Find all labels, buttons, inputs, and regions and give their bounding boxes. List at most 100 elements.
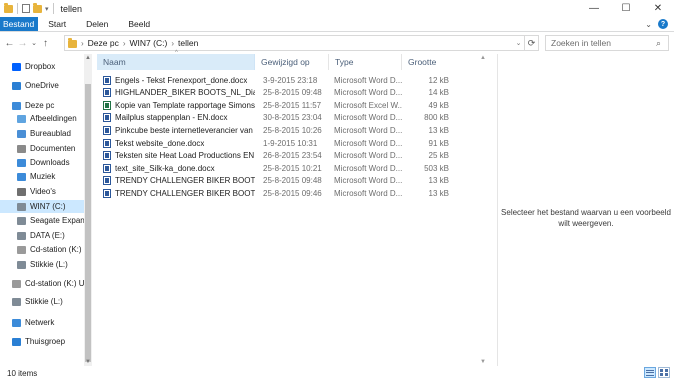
ribbon-tabs: Bestand Start Delen Beeld ⌄ ?: [0, 17, 674, 32]
navigation-pane: Dropbox OneDrive Deze pc Afbeeldingen Bureau…: [0, 54, 92, 366]
tab-start[interactable]: Start: [38, 17, 76, 31]
recent-locations-button[interactable]: ⌄: [29, 35, 39, 51]
breadcrumb-separator[interactable]: ›: [81, 39, 84, 48]
file-list: ^ Naam Gewijzigd op Type Grootte Engels …: [97, 50, 495, 366]
file-row[interactable]: Tekst website_done.docx 1-9-2015 10:31 Mic…: [97, 137, 450, 149]
column-header-name[interactable]: ^ Naam: [97, 50, 255, 70]
nav-item[interactable]: Muziek: [0, 170, 84, 183]
file-name-cell: Pinkcube beste internetleverancier van 2…: [97, 125, 255, 135]
breadcrumb-deze-pc[interactable]: Deze pc: [88, 38, 119, 48]
file-size-cell: 12 kB: [428, 75, 449, 85]
minimize-button[interactable]: —: [578, 0, 610, 17]
nav-item[interactable]: Downloads: [0, 156, 84, 169]
scroll-down-icon[interactable]: ▼: [479, 358, 487, 366]
nav-item-label: OneDrive: [25, 81, 59, 90]
nav-item-label: Afbeeldingen: [30, 114, 77, 123]
scroll-up-icon[interactable]: ▲: [479, 54, 487, 62]
file-row[interactable]: text_site_Silk-ka_done.docx 25-8-2015 10:…: [97, 162, 450, 174]
file-date-cell: 25-8-2015 11:57: [263, 100, 322, 110]
large-icons-view-button[interactable]: [658, 367, 670, 378]
nav-item[interactable]: Thuisgroep: [0, 335, 84, 348]
file-row[interactable]: HIGHLANDER_BIKER BOOTS_NL_Diana_p... 25-8…: [97, 87, 450, 99]
file-type-cell: Microsoft Word D...: [334, 75, 402, 85]
nav-item[interactable]: Bureaublad: [0, 127, 84, 140]
file-name-cell: Tekst website_done.docx: [97, 138, 255, 148]
nav-item[interactable]: Cd-station (K:) U: [0, 243, 84, 256]
scrollbar-thumb[interactable]: [85, 84, 91, 362]
file-row[interactable]: TRENDY CHALLENGER BIKER BOOTS_Dia... 25-8…: [97, 175, 450, 187]
nav-item-label: DATA (E:): [30, 231, 65, 240]
properties-icon[interactable]: [22, 4, 30, 13]
nav-item[interactable]: Dropbox: [0, 60, 84, 73]
nav-item[interactable]: WIN7 (C:): [0, 200, 84, 213]
status-bar: 10 items: [0, 366, 674, 380]
breadcrumb-tellen[interactable]: tellen: [178, 38, 198, 48]
up-button[interactable]: ↑: [39, 35, 52, 51]
breadcrumb-separator[interactable]: ›: [171, 39, 174, 48]
nav-item-label: Documenten: [30, 144, 76, 153]
file-name: Pinkcube beste internetleverancier van 2…: [115, 125, 255, 135]
file-name: Tekst website_done.docx: [115, 138, 205, 148]
forward-button[interactable]: →: [16, 35, 29, 51]
file-list-scrollbar[interactable]: ▲ ▼: [479, 54, 487, 366]
usb-drive-icon: [12, 297, 21, 306]
search-input[interactable]: Zoeken in tellen: [551, 38, 656, 48]
details-view-button[interactable]: [644, 367, 656, 378]
refresh-button[interactable]: ⟳: [524, 36, 538, 50]
address-dropdown-button[interactable]: ⌄: [512, 36, 524, 50]
file-row[interactable]: Mailplus stappenplan - EN.docx 30-8-2015 …: [97, 112, 450, 124]
column-header-size[interactable]: Grootte: [402, 54, 450, 70]
maximize-button[interactable]: ☐: [610, 0, 642, 17]
search-box[interactable]: Zoeken in tellen ⌕: [545, 35, 669, 51]
file-row[interactable]: Pinkcube beste internetleverancier van 2…: [97, 124, 450, 136]
column-header-type[interactable]: Type: [329, 54, 402, 70]
customize-toolbar-icon[interactable]: ▾: [45, 5, 49, 13]
file-name-cell: Mailplus stappenplan - EN.docx: [97, 113, 255, 123]
nav-item[interactable]: Cd-station (K:) U3: [0, 277, 84, 290]
view-switcher: [644, 367, 670, 378]
cd-drive-icon: [12, 279, 21, 288]
file-row[interactable]: Kopie van Template rapportage SimonsV...…: [97, 99, 450, 111]
nav-pane-scrollbar[interactable]: ▲ ▼: [84, 54, 92, 366]
breadcrumb-win7[interactable]: WIN7 (C:): [130, 38, 168, 48]
nav-item[interactable]: Afbeeldingen: [0, 112, 84, 125]
downloads-icon: [17, 158, 26, 167]
nav-item[interactable]: Deze pc: [0, 99, 84, 112]
nav-item[interactable]: Documenten: [0, 142, 84, 155]
nav-item[interactable]: Seagate Expansi: [0, 214, 84, 227]
file-name: TRENDY CHALLENGER BIKER BOOTS_Dia...: [115, 188, 255, 198]
help-icon[interactable]: ?: [658, 19, 668, 29]
drive-icon: [17, 202, 26, 211]
file-name-cell: Kopie van Template rapportage SimonsV...: [97, 100, 255, 110]
file-type-cell: Microsoft Word D...: [334, 113, 402, 123]
scroll-down-icon[interactable]: ▼: [84, 358, 92, 366]
close-button[interactable]: ✕: [642, 0, 674, 17]
tab-beeld[interactable]: Beeld: [118, 17, 160, 31]
file-name: Teksten site Heat Load Productions EN.d.…: [115, 151, 255, 161]
search-icon: ⌕: [656, 37, 662, 48]
nav-item[interactable]: OneDrive: [0, 79, 84, 92]
file-row[interactable]: Engels - Tekst Frenexport_done.docx 3-9-2…: [97, 74, 450, 86]
nav-item[interactable]: DATA (E:): [0, 229, 84, 242]
tab-delen[interactable]: Delen: [76, 17, 118, 31]
nav-item[interactable]: Video's: [0, 185, 84, 198]
expand-ribbon-icon[interactable]: ⌄: [645, 20, 652, 29]
file-row[interactable]: Teksten site Heat Load Productions EN.d.…: [97, 150, 450, 162]
word-icon: [103, 163, 111, 173]
scroll-up-icon[interactable]: ▲: [84, 54, 92, 62]
file-size-cell: 13 kB: [428, 176, 449, 186]
address-bar[interactable]: › Deze pc › WIN7 (C:) › tellen ⌄ ⟳: [64, 35, 539, 51]
column-header-date[interactable]: Gewijzigd op: [255, 54, 329, 70]
file-name: Engels - Tekst Frenexport_done.docx: [115, 75, 248, 85]
nav-item[interactable]: Netwerk: [0, 316, 84, 329]
new-folder-icon[interactable]: [33, 2, 42, 13]
file-row[interactable]: TRENDY CHALLENGER BIKER BOOTS_Dia... 25-8…: [97, 187, 450, 199]
tab-bestand[interactable]: Bestand: [0, 17, 39, 31]
file-date-cell: 3-9-2015 23:18: [263, 75, 318, 85]
file-date-cell: 25-8-2015 10:26: [263, 125, 322, 135]
back-button[interactable]: ←: [3, 35, 16, 51]
nav-item[interactable]: Stikkie (L:): [0, 258, 84, 271]
large-icons-view-icon: [660, 369, 668, 376]
nav-item[interactable]: Stikkie (L:): [0, 295, 84, 308]
breadcrumb-separator[interactable]: ›: [123, 39, 126, 48]
